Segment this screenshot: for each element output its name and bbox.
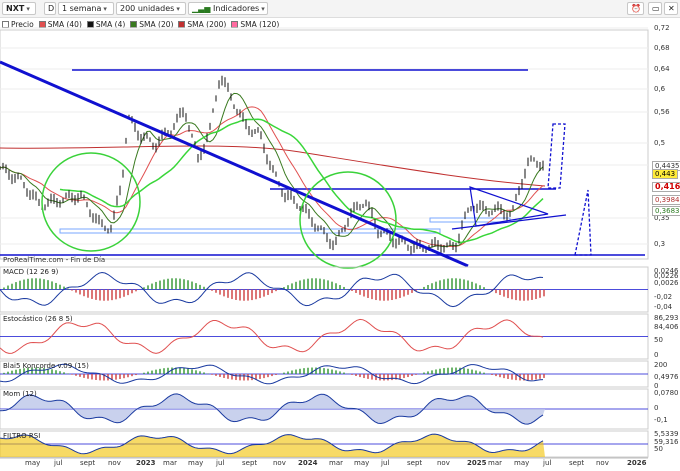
panel-axis-label: 0,0780 bbox=[654, 389, 679, 397]
time-axis-label: jul bbox=[543, 459, 552, 467]
time-axis-label: nov bbox=[437, 459, 450, 467]
time-axis-label: 2024 bbox=[298, 459, 318, 467]
panel-axis-label: -0,04 bbox=[654, 303, 673, 311]
price-tag: 0,416 bbox=[652, 182, 680, 192]
time-axis-label: mar bbox=[163, 459, 177, 467]
price-axis-label: 0,6 bbox=[654, 85, 666, 93]
time-axis-label: may bbox=[188, 459, 204, 467]
panel-axis-label: 0 bbox=[654, 404, 659, 412]
panel-axis-label: 84,406 bbox=[654, 323, 679, 331]
price-axis-label: 0,72 bbox=[654, 24, 670, 32]
panel-axis-label: 86,293 bbox=[654, 314, 679, 322]
time-axis-label: may bbox=[354, 459, 370, 467]
support-zone-2 bbox=[429, 217, 511, 223]
price-tag: 0,3683 bbox=[652, 206, 680, 216]
price-grid bbox=[0, 27, 648, 245]
panel-axis-label: -0,1 bbox=[654, 416, 668, 424]
panel-axis-label: -0,02 bbox=[654, 293, 673, 301]
projection-up bbox=[547, 123, 566, 189]
chart-canvas[interactable] bbox=[0, 0, 680, 471]
panel-title[interactable]: Estocástico (26 8 5) bbox=[3, 315, 73, 324]
price-tag: 0,3984 bbox=[652, 195, 680, 205]
time-axis-label: nov bbox=[596, 459, 609, 467]
source-label: ProRealTime.com - Fin de Día bbox=[3, 256, 106, 264]
time-axis-label: mar bbox=[488, 459, 502, 467]
time-axis-label: jul bbox=[216, 459, 225, 467]
time-axis-label: nov bbox=[273, 459, 286, 467]
time-axis-label: sept bbox=[407, 459, 423, 467]
time-axis-label: may bbox=[514, 459, 530, 467]
triangle-pattern bbox=[469, 186, 549, 227]
price-axis-label: 0,5 bbox=[654, 139, 666, 147]
panel-axis-label: 0 bbox=[654, 351, 659, 359]
price-axis-label: 0,3 bbox=[654, 240, 666, 248]
panel-axis-label: 50 bbox=[654, 445, 663, 453]
time-axis-label: 2025 bbox=[467, 459, 487, 467]
time-axis-label: may bbox=[25, 459, 41, 467]
price-axis-label: 0,56 bbox=[654, 108, 670, 116]
time-axis-label: 2023 bbox=[136, 459, 156, 467]
panel-axis-label: 200 bbox=[654, 361, 668, 369]
panel-title[interactable]: Blai5 Koncorde v.09 (15) bbox=[3, 362, 89, 371]
price-axis-label: 0,64 bbox=[654, 65, 670, 73]
time-axis-label: mar bbox=[329, 459, 343, 467]
panel-axis-label: 50 bbox=[654, 336, 663, 344]
panel-axis-label: 0,0026 bbox=[654, 279, 679, 287]
momentum-area bbox=[0, 393, 545, 425]
panel-axis-label: 5,5339 bbox=[654, 430, 679, 438]
panel-axis-label: 0,4976 bbox=[654, 373, 679, 381]
projection-down bbox=[574, 189, 592, 256]
price-axis-label: 0,68 bbox=[654, 44, 670, 52]
time-axis-label: nov bbox=[108, 459, 121, 467]
indicator-panels bbox=[0, 266, 649, 458]
time-axis-label: 2026 bbox=[627, 459, 647, 467]
downtrend-line bbox=[0, 60, 469, 268]
time-axis-label: jul bbox=[381, 459, 390, 467]
panel-title[interactable]: MACD (12 26 9) bbox=[3, 268, 58, 277]
time-axis-label: sept bbox=[80, 459, 96, 467]
time-axis-label: sept bbox=[569, 459, 585, 467]
time-axis-label: jul bbox=[54, 459, 63, 467]
price-tag: 0,443 bbox=[652, 169, 679, 179]
panel-title[interactable]: FILTRO RSI bbox=[3, 432, 40, 441]
panel-title[interactable]: Mom (12) bbox=[3, 390, 37, 399]
time-axis-label: sept bbox=[242, 459, 258, 467]
